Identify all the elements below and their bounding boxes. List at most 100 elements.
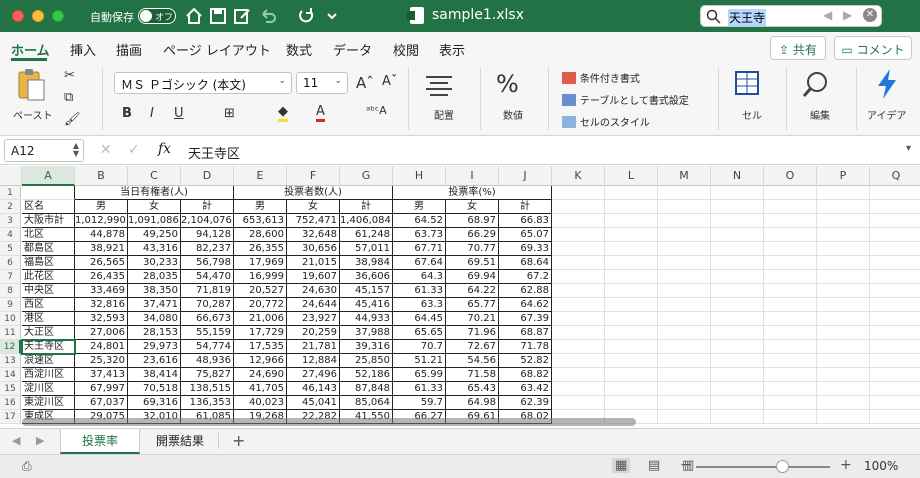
grid-cell[interactable]: 138,515 xyxy=(181,382,234,396)
grid-cell[interactable] xyxy=(605,284,658,298)
grid-cell[interactable]: 2,104,076 xyxy=(181,214,234,228)
grid-cell[interactable] xyxy=(764,396,817,410)
grid-cell[interactable]: 65.99 xyxy=(393,368,446,382)
grid-cell[interactable] xyxy=(764,242,817,256)
column-header[interactable]: O xyxy=(764,166,817,186)
grid-cell[interactable]: 68.64 xyxy=(499,256,552,270)
comment-button[interactable]: ▭ コメント xyxy=(834,36,912,60)
grid-cell[interactable]: 1,012,990 xyxy=(75,214,128,228)
grid-cell[interactable] xyxy=(711,382,764,396)
grid-cell[interactable]: 61,248 xyxy=(340,228,393,242)
grid-cell[interactable] xyxy=(764,312,817,326)
grid-cell[interactable]: 51.21 xyxy=(393,354,446,368)
row-header[interactable]: 16 xyxy=(0,396,21,410)
grid-cell[interactable] xyxy=(552,186,605,200)
grid-cell[interactable]: 63.73 xyxy=(393,228,446,242)
grid-cell[interactable]: 64.52 xyxy=(393,214,446,228)
column-header[interactable]: J xyxy=(499,166,552,186)
grid-cell[interactable]: 54,470 xyxy=(181,270,234,284)
grid-cell[interactable] xyxy=(711,242,764,256)
grid-cell[interactable] xyxy=(711,410,764,424)
search-box[interactable]: 天王寺 ◀ ▶ ✕ xyxy=(700,5,882,27)
grid-cell[interactable]: 20,259 xyxy=(287,326,340,340)
grid-cell[interactable] xyxy=(817,340,870,354)
grid-cell[interactable]: 65.43 xyxy=(446,382,499,396)
grid-cell[interactable] xyxy=(658,200,711,214)
grid-cell[interactable] xyxy=(817,200,870,214)
grid-cell[interactable]: 37,471 xyxy=(128,298,181,312)
horizontal-scrollbar[interactable] xyxy=(22,418,636,426)
grid-cell[interactable]: 28,035 xyxy=(128,270,181,284)
grid-cell[interactable]: 62.88 xyxy=(499,284,552,298)
grid-cell[interactable]: 70,287 xyxy=(181,298,234,312)
grid-cell[interactable]: 28,153 xyxy=(128,326,181,340)
row-header[interactable]: 14 xyxy=(0,368,21,382)
grid-cell[interactable] xyxy=(658,298,711,312)
grid-cell[interactable]: 計 xyxy=(181,200,234,214)
insert-function-button[interactable]: fx xyxy=(158,141,171,157)
grid-cell[interactable] xyxy=(552,214,605,228)
select-all-corner[interactable] xyxy=(0,166,22,186)
grid-cell[interactable]: 43,316 xyxy=(128,242,181,256)
grid-cell[interactable]: 23,616 xyxy=(128,354,181,368)
close-window-button[interactable] xyxy=(12,10,24,22)
grid-cell[interactable]: 浪速区 xyxy=(22,354,75,368)
grid-cell[interactable]: 中央区 xyxy=(22,284,75,298)
grid-cell[interactable]: 港区 xyxy=(22,312,75,326)
grid-cell[interactable] xyxy=(870,284,920,298)
grid-cell[interactable]: 64.98 xyxy=(446,396,499,410)
grid-cell[interactable]: 計 xyxy=(499,200,552,214)
grid-cell[interactable] xyxy=(605,382,658,396)
merged-header-cell[interactable]: 投票率(%) xyxy=(393,186,552,200)
grid-cell[interactable]: 21,006 xyxy=(234,312,287,326)
grid-cell[interactable]: 37,413 xyxy=(75,368,128,382)
zoom-slider-knob[interactable] xyxy=(776,460,789,473)
grid-cell[interactable]: 67.64 xyxy=(393,256,446,270)
row-header[interactable]: 7 xyxy=(0,270,21,284)
scroll-sheets-left-icon[interactable]: ◀ xyxy=(12,434,20,447)
grid-cell[interactable] xyxy=(817,312,870,326)
grid-cell[interactable]: 西区 xyxy=(22,298,75,312)
page-layout-view-icon[interactable]: ▤ xyxy=(648,458,660,473)
grid-cell[interactable] xyxy=(817,410,870,424)
grid-cell[interactable]: 64.22 xyxy=(446,284,499,298)
grid-cell[interactable]: 淀川区 xyxy=(22,382,75,396)
grid-cell[interactable]: 39,316 xyxy=(340,340,393,354)
grid-cell[interactable]: 27,006 xyxy=(75,326,128,340)
grid-cell[interactable] xyxy=(870,368,920,382)
grid-cell[interactable] xyxy=(552,228,605,242)
column-header[interactable]: B xyxy=(75,166,128,186)
grid-cell[interactable]: 33,469 xyxy=(75,284,128,298)
grid-cell[interactable]: 69.33 xyxy=(499,242,552,256)
column-header[interactable]: G xyxy=(340,166,393,186)
grid-cell[interactable]: 49,250 xyxy=(128,228,181,242)
grid-cell[interactable]: 69.51 xyxy=(446,256,499,270)
grid-cell[interactable]: 17,729 xyxy=(234,326,287,340)
grid-cell[interactable]: 男 xyxy=(393,200,446,214)
grid-cell[interactable] xyxy=(817,242,870,256)
grid-cell[interactable] xyxy=(870,242,920,256)
grid-cell[interactable] xyxy=(870,312,920,326)
sheet-tab-turnout[interactable]: 投票率 xyxy=(60,429,140,454)
grid-cell[interactable] xyxy=(817,270,870,284)
grid-cell[interactable] xyxy=(658,382,711,396)
grid-cell[interactable] xyxy=(658,368,711,382)
column-header[interactable]: D xyxy=(181,166,234,186)
grid-cell[interactable]: 32,816 xyxy=(75,298,128,312)
name-box-stepper-icon[interactable]: ▲ ▼ xyxy=(73,142,79,158)
column-header[interactable]: F xyxy=(287,166,340,186)
grid-cell[interactable]: 70,518 xyxy=(128,382,181,396)
grid-cell[interactable] xyxy=(605,214,658,228)
column-header[interactable]: H xyxy=(393,166,446,186)
row-header[interactable]: 11 xyxy=(0,326,21,340)
grid-cell[interactable] xyxy=(764,326,817,340)
grid-cell[interactable]: 36,606 xyxy=(340,270,393,284)
grid-cell[interactable] xyxy=(817,368,870,382)
row-header[interactable]: 9 xyxy=(0,298,21,312)
grid-cell[interactable] xyxy=(552,312,605,326)
grid-cell[interactable] xyxy=(870,270,920,284)
grid-cell[interactable]: 1,091,086 xyxy=(128,214,181,228)
grid-cell[interactable] xyxy=(764,284,817,298)
grid-cell[interactable] xyxy=(552,256,605,270)
grid-cell[interactable] xyxy=(870,214,920,228)
